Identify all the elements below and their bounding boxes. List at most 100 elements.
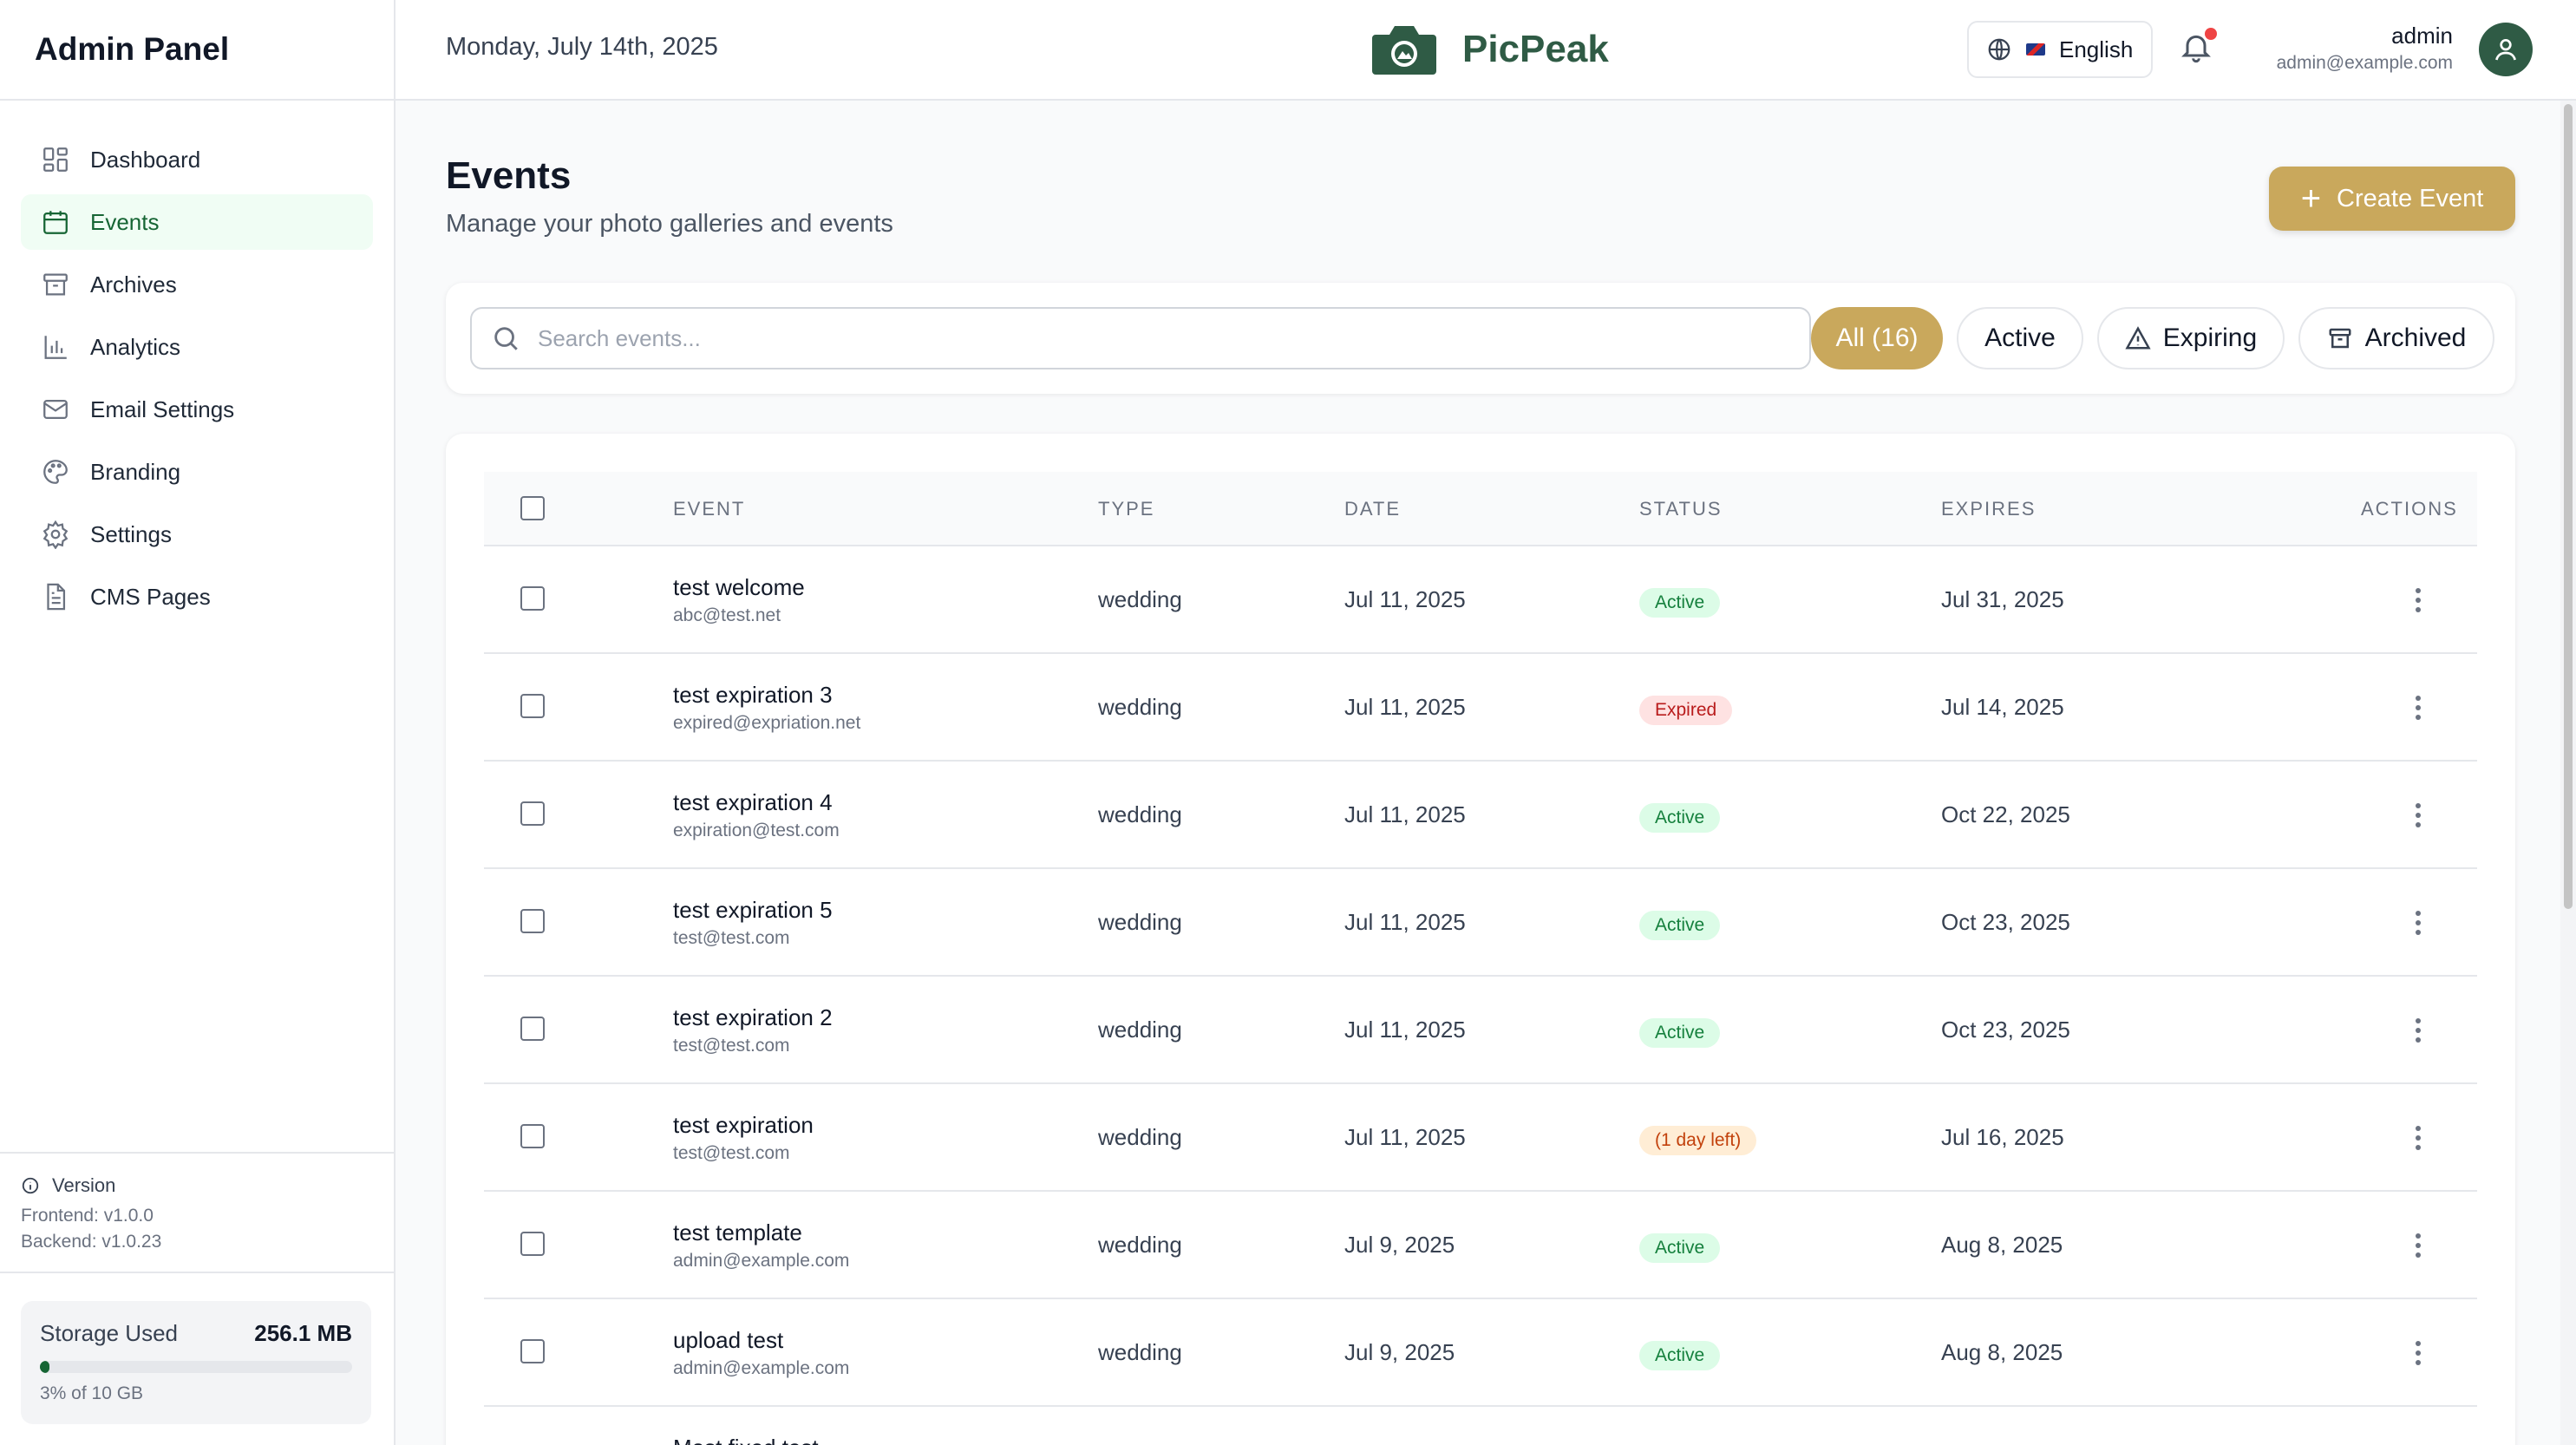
sidebar: Admin Panel Dashboard Events Archives An… <box>0 0 396 1445</box>
kebab-dot <box>2416 911 2421 916</box>
table-row[interactable]: Most fixed test <box>484 1407 2477 1445</box>
event-type: wedding <box>1098 909 1182 935</box>
row-checkbox[interactable] <box>520 1124 545 1148</box>
sidebar-item-label: Events <box>90 208 160 235</box>
kebab-dot <box>2416 705 2421 710</box>
table-row[interactable]: test expiration 4 expiration@test.com wedd… <box>484 762 2477 869</box>
page-title: Events <box>446 154 572 197</box>
row-checkbox[interactable] <box>520 1017 545 1041</box>
filter-active-button[interactable]: Active <box>1957 307 2083 369</box>
event-name[interactable]: test expiration 3 <box>673 682 833 709</box>
column-header-date: DATE <box>1344 498 1402 520</box>
archive-icon <box>2329 328 2351 349</box>
language-selector[interactable]: English <box>1967 21 2153 78</box>
row-actions-menu-button[interactable] <box>2401 581 2435 619</box>
filter-archived-button[interactable]: Archived <box>2298 307 2494 369</box>
event-name[interactable]: test welcome <box>673 574 805 601</box>
event-expires: Jul 16, 2025 <box>1941 1124 2064 1150</box>
sidebar-item-archives[interactable]: Archives <box>21 257 373 312</box>
event-name[interactable]: upload test <box>673 1327 783 1354</box>
row-actions-menu-button[interactable] <box>2401 1119 2435 1157</box>
row-actions-menu-button[interactable] <box>2401 1226 2435 1265</box>
table-row[interactable]: test expiration 3 expired@expriation.net w… <box>484 654 2477 762</box>
status-badge: Active <box>1639 1018 1721 1048</box>
event-type: wedding <box>1098 586 1182 612</box>
row-checkbox[interactable] <box>520 694 545 718</box>
search-box[interactable] <box>470 307 1811 369</box>
event-name[interactable]: test expiration 5 <box>673 897 833 924</box>
file-text-icon <box>40 581 71 612</box>
event-type: wedding <box>1098 694 1182 720</box>
brand-logo[interactable]: PicPeak <box>1369 23 1609 76</box>
version-info: Version Frontend: v1.0.0 Backend: v1.0.2… <box>0 1152 394 1273</box>
row-checkbox[interactable] <box>520 1232 545 1256</box>
row-actions-menu-button[interactable] <box>2401 796 2435 834</box>
sidebar-item-dashboard[interactable]: Dashboard <box>21 132 373 187</box>
kebab-dot <box>2416 1243 2421 1248</box>
create-event-button[interactable]: + Create Event <box>2269 167 2515 231</box>
kebab-dot <box>2416 1360 2421 1365</box>
search-input[interactable] <box>538 324 1752 352</box>
column-header-type: TYPE <box>1098 498 1155 520</box>
bar-chart-icon <box>40 331 71 363</box>
top-header: Monday, July 14th, 2025 PicPeak English … <box>396 0 2576 101</box>
event-type: wedding <box>1098 1124 1182 1150</box>
table-row[interactable]: test expiration 2 test@test.com wedding Jul… <box>484 977 2477 1084</box>
page-scrollbar[interactable] <box>2560 101 2576 1445</box>
event-name[interactable]: test expiration 4 <box>673 789 833 816</box>
kebab-dot <box>2416 1037 2421 1043</box>
row-checkbox[interactable] <box>520 1339 545 1363</box>
user-info[interactable]: admin admin@example.com <box>2277 23 2453 74</box>
event-date: Jul 9, 2025 <box>1344 1339 1455 1365</box>
table-row[interactable]: test welcome abc@test.net wedding Jul 11, 2… <box>484 546 2477 654</box>
row-actions-menu-button[interactable] <box>2401 904 2435 942</box>
row-actions-menu-button[interactable] <box>2401 1011 2435 1049</box>
frontend-version: Frontend: v1.0.0 <box>21 1206 154 1226</box>
row-actions-menu-button[interactable] <box>2401 689 2435 727</box>
filter-expiring-button[interactable]: Expiring <box>2097 307 2285 369</box>
event-email: expired@expriation.net <box>673 713 861 733</box>
select-all-checkbox[interactable] <box>520 496 545 520</box>
storage-percent: 3% of 10 GB <box>40 1383 144 1403</box>
kebab-dot <box>2416 1135 2421 1141</box>
sidebar-item-analytics[interactable]: Analytics <box>21 319 373 375</box>
sidebar-item-cms-pages[interactable]: CMS Pages <box>21 569 373 624</box>
row-checkbox[interactable] <box>520 801 545 826</box>
event-name[interactable]: test expiration 2 <box>673 1004 833 1031</box>
event-date: Jul 11, 2025 <box>1344 909 1466 935</box>
status-badge: Active <box>1639 803 1721 833</box>
filter-all-button[interactable]: All (16) <box>1811 307 1943 369</box>
status-badge: Active <box>1639 1341 1721 1370</box>
notifications-button[interactable] <box>2179 28 2219 69</box>
row-actions-menu-button[interactable] <box>2401 1334 2435 1372</box>
storage-widget: Storage Used 256.1 MB 3% of 10 GB <box>21 1301 371 1424</box>
uk-flag-icon <box>2026 43 2045 56</box>
sidebar-item-email-settings[interactable]: Email Settings <box>21 382 373 437</box>
event-email: test@test.com <box>673 1036 790 1056</box>
table-row[interactable]: upload test admin@example.com wedding Jul 9… <box>484 1299 2477 1407</box>
table-row[interactable]: test expiration 5 test@test.com wedding Jul… <box>484 869 2477 977</box>
scrollbar-thumb[interactable] <box>2564 104 2573 909</box>
column-header-event: EVENT <box>673 498 746 520</box>
row-checkbox[interactable] <box>520 586 545 611</box>
table-row[interactable]: test template admin@example.com wedding Jul… <box>484 1192 2477 1299</box>
table-row[interactable]: test expiration test@test.com wedding Jul 1… <box>484 1084 2477 1192</box>
event-type: wedding <box>1098 801 1182 827</box>
page-subtitle: Manage your photo galleries and events <box>446 210 893 238</box>
sidebar-item-settings[interactable]: Settings <box>21 507 373 562</box>
event-email: test@test.com <box>673 1143 790 1163</box>
status-badge: Active <box>1639 588 1721 618</box>
kebab-dot <box>2416 1341 2421 1346</box>
event-name[interactable]: test template <box>673 1219 802 1246</box>
event-name[interactable]: Most fixed test <box>673 1435 819 1445</box>
kebab-dot <box>2416 598 2421 603</box>
row-checkbox[interactable] <box>520 909 545 933</box>
sidebar-item-label: Email Settings <box>90 396 235 422</box>
kebab-dot <box>2416 715 2421 720</box>
sidebar-item-events[interactable]: Events <box>21 194 373 250</box>
sidebar-item-branding[interactable]: Branding <box>21 444 373 500</box>
avatar[interactable] <box>2479 23 2533 76</box>
event-name[interactable]: test expiration <box>673 1112 814 1139</box>
user-icon <box>2495 39 2516 61</box>
kebab-dot <box>2416 588 2421 593</box>
